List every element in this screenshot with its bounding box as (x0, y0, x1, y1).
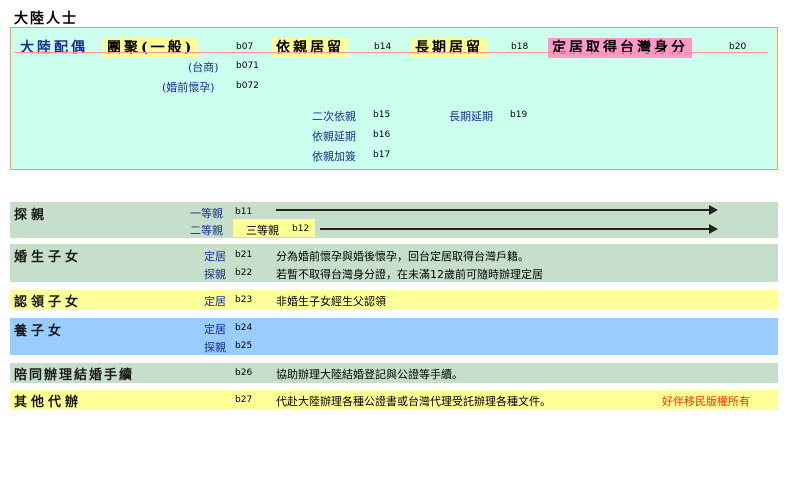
sub-yiqin-extension: 依親延期 (312, 130, 356, 143)
sub-premarital-pregnancy: (婚前懷孕) (162, 81, 215, 94)
copyright-notice: 好伴移民版權所有 (662, 395, 750, 408)
sub-premarital-pregnancy-code: b072 (236, 81, 259, 91)
section-renling (10, 290, 778, 310)
header-divider (14, 52, 768, 53)
tanqin-first-degree: 一等親 (190, 207, 223, 220)
sub-taishang-code: b071 (236, 61, 259, 71)
renling-settle-label: 定居 (204, 295, 226, 308)
page-title: 大陸人士 (14, 11, 78, 27)
section-tanqin-title: 探親 (14, 208, 49, 223)
renling-settle-code: b23 (235, 295, 253, 305)
first-degree-arrow (276, 205, 718, 215)
peitong-desc: 協助辦理大陸結婚登記與公證等手續。 (276, 368, 463, 381)
sub-yiqin-extension-code: b16 (373, 130, 391, 140)
category-dingju-code: b20 (729, 42, 747, 52)
tanqin-first-degree-code: b11 (235, 207, 253, 217)
third-degree-arrow (320, 224, 718, 234)
section-qita-title: 其他代辦 (14, 395, 83, 410)
hunsheng-visit-code: b22 (235, 268, 253, 278)
section-peitong-title: 陪同辦理結婚手續 (14, 368, 135, 383)
category-yiqin-code: b14 (374, 42, 392, 52)
yangzi-settle-label: 定居 (204, 323, 226, 336)
hunsheng-settle-code: b21 (235, 250, 253, 260)
spouse-main-label: 大陸配偶 (20, 40, 88, 56)
category-yiqin: 依親居留 (272, 38, 348, 58)
sub-second-yiqin-code: b15 (373, 110, 391, 120)
hunsheng-settle-label: 定居 (204, 250, 226, 263)
category-tuanju-code: b07 (236, 42, 254, 52)
tanqin-third-degree: 三等親 (246, 224, 279, 237)
category-changqi: 長期居留 (411, 38, 487, 58)
tanqin-third-degree-code: b12 (292, 224, 310, 234)
sub-changqi-extension: 長期延期 (449, 110, 493, 123)
sub-yiqin-visa: 依親加簽 (312, 150, 356, 163)
hunsheng-visit-label: 探親 (204, 268, 226, 281)
section-hunsheng-title: 婚生子女 (14, 250, 83, 265)
yangzi-visit-label: 探親 (204, 341, 226, 354)
category-changqi-code: b18 (511, 42, 529, 52)
section-yangzi-title: 養子女 (14, 324, 66, 339)
hunsheng-settle-desc: 分為婚前懷孕與婚後懷孕，回台定居取得台灣戶籍。 (276, 250, 529, 263)
renling-settle-desc: 非婚生子女經生父認領 (276, 295, 386, 308)
section-renling-title: 認領子女 (14, 295, 83, 310)
sub-second-yiqin: 二次依親 (312, 110, 356, 123)
category-dingju: 定居取得台灣身分 (548, 38, 692, 58)
section-tanqin (10, 202, 778, 238)
sub-taishang: (台商) (188, 61, 219, 74)
hunsheng-visit-desc: 若暫不取得台灣身分證，在未滿12歲前可隨時辦理定居 (276, 268, 543, 281)
section-yangzi (10, 318, 778, 355)
tanqin-second-degree: 二等親 (190, 224, 223, 237)
qita-code: b27 (235, 395, 253, 405)
yangzi-settle-code: b24 (235, 323, 253, 333)
qita-desc: 代赴大陸辦理各種公證書或台灣代理受託辦理各種文件。 (276, 395, 551, 408)
sub-yiqin-visa-code: b17 (373, 150, 391, 160)
peitong-code: b26 (235, 368, 253, 378)
sub-changqi-extension-code: b19 (510, 110, 528, 120)
category-tuanju: 團聚(一般) (103, 38, 199, 58)
yangzi-visit-code: b25 (235, 341, 253, 351)
